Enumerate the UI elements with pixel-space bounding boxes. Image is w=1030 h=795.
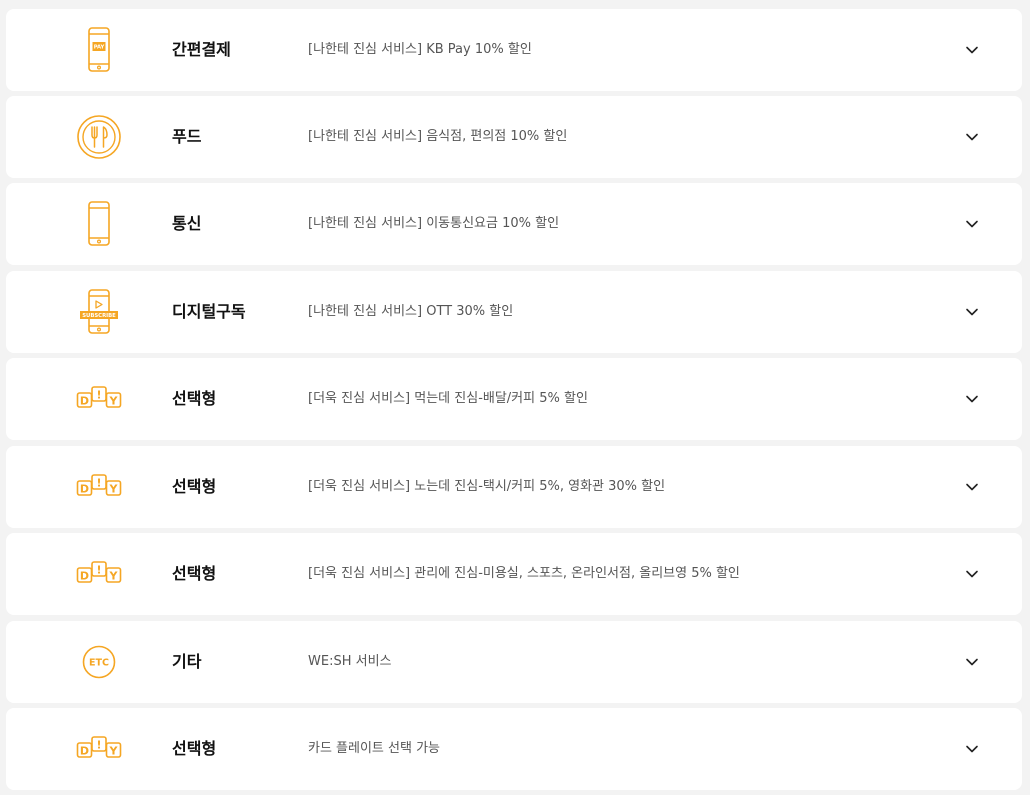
category-label: 디지털구독 [172,302,246,321]
svg-text:!: ! [96,476,101,489]
benefit-list: PAY 간편결제 [나한테 진심 서비스] KB Pay 10% 할인 푸드 [… [0,0,1030,795]
benefit-row-etc[interactable]: ETC 기타 WE:SH 서비스 [6,621,1022,703]
diy-icon: D ! Y [76,551,122,597]
diy-icon: D ! Y [76,464,122,510]
subscribe-phone-icon: SUBSCRIBE [76,289,122,335]
benefit-row-easy-pay[interactable]: PAY 간편결제 [나한테 진심 서비스] KB Pay 10% 할인 [6,9,1022,91]
benefit-description: [나한테 진심 서비스] 이동통신요금 10% 할인 [308,216,560,231]
chevron-down-icon[interactable] [962,214,982,234]
chevron-down-icon[interactable] [962,652,982,672]
benefit-row-telecom[interactable]: 통신 [나한테 진심 서비스] 이동통신요금 10% 할인 [6,183,1022,265]
svg-text:Y: Y [109,482,119,495]
category-label: 간편결제 [172,40,231,59]
svg-text:Y: Y [109,744,119,757]
benefit-description: [더욱 진심 서비스] 노는데 진심-택시/커피 5%, 영화관 30% 할인 [308,479,666,494]
chevron-down-icon[interactable] [962,127,982,147]
svg-text:SUBSCRIBE: SUBSCRIBE [82,313,116,319]
benefit-description: [더욱 진심 서비스] 관리에 진심-미용실, 스포츠, 온라인서점, 올리브영… [308,566,740,581]
svg-text:Y: Y [109,569,119,582]
benefit-row-selectable-2[interactable]: D ! Y 선택형 [더욱 진심 서비스] 노는데 진심-택시/커피 5%, 영… [6,446,1022,528]
category-label: 선택형 [172,564,217,583]
mobile-phone-icon [76,201,122,247]
svg-text:PAY: PAY [94,45,105,51]
chevron-down-icon[interactable] [962,40,982,60]
benefit-description: [나한테 진심 서비스] KB Pay 10% 할인 [308,42,532,57]
diy-icon: D ! Y [76,376,122,422]
benefit-description: 카드 플레이트 선택 가능 [308,741,440,756]
svg-text:ETC: ETC [89,658,109,669]
benefit-description: [나한테 진심 서비스] OTT 30% 할인 [308,304,514,319]
svg-text:Y: Y [109,394,119,407]
food-fork-knife-icon [76,114,122,160]
category-label: 선택형 [172,739,217,758]
svg-text:D: D [80,482,89,495]
benefit-row-selectable-4[interactable]: D ! Y 선택형 카드 플레이트 선택 가능 [6,708,1022,790]
benefit-row-food[interactable]: 푸드 [나한테 진심 서비스] 음식점, 편의점 10% 할인 [6,96,1022,178]
chevron-down-icon[interactable] [962,302,982,322]
benefit-description: [나한테 진심 서비스] 음식점, 편의점 10% 할인 [308,129,568,144]
svg-text:D: D [80,744,89,757]
etc-icon: ETC [76,639,122,685]
category-label: 기타 [172,652,202,671]
chevron-down-icon[interactable] [962,477,982,497]
benefit-description: WE:SH 서비스 [308,654,392,669]
svg-text:D: D [80,569,89,582]
benefit-row-selectable-1[interactable]: D ! Y 선택형 [더욱 진심 서비스] 먹는데 진심-배달/커피 5% 할인 [6,358,1022,440]
benefit-row-selectable-3[interactable]: D ! Y 선택형 [더욱 진심 서비스] 관리에 진심-미용실, 스포츠, 온… [6,533,1022,615]
svg-text:!: ! [96,738,101,751]
category-label: 통신 [172,214,202,233]
chevron-down-icon[interactable] [962,389,982,409]
chevron-down-icon[interactable] [962,564,982,584]
svg-text:!: ! [96,563,101,576]
category-label: 푸드 [172,127,202,146]
benefit-row-digital-subscription[interactable]: SUBSCRIBE 디지털구독 [나한테 진심 서비스] OTT 30% 할인 [6,271,1022,353]
svg-text:D: D [80,394,89,407]
chevron-down-icon[interactable] [962,739,982,759]
diy-icon: D ! Y [76,726,122,772]
category-label: 선택형 [172,477,217,496]
pay-phone-icon: PAY [76,27,122,73]
category-label: 선택형 [172,389,217,408]
svg-text:!: ! [96,388,101,401]
benefit-description: [더욱 진심 서비스] 먹는데 진심-배달/커피 5% 할인 [308,391,588,406]
